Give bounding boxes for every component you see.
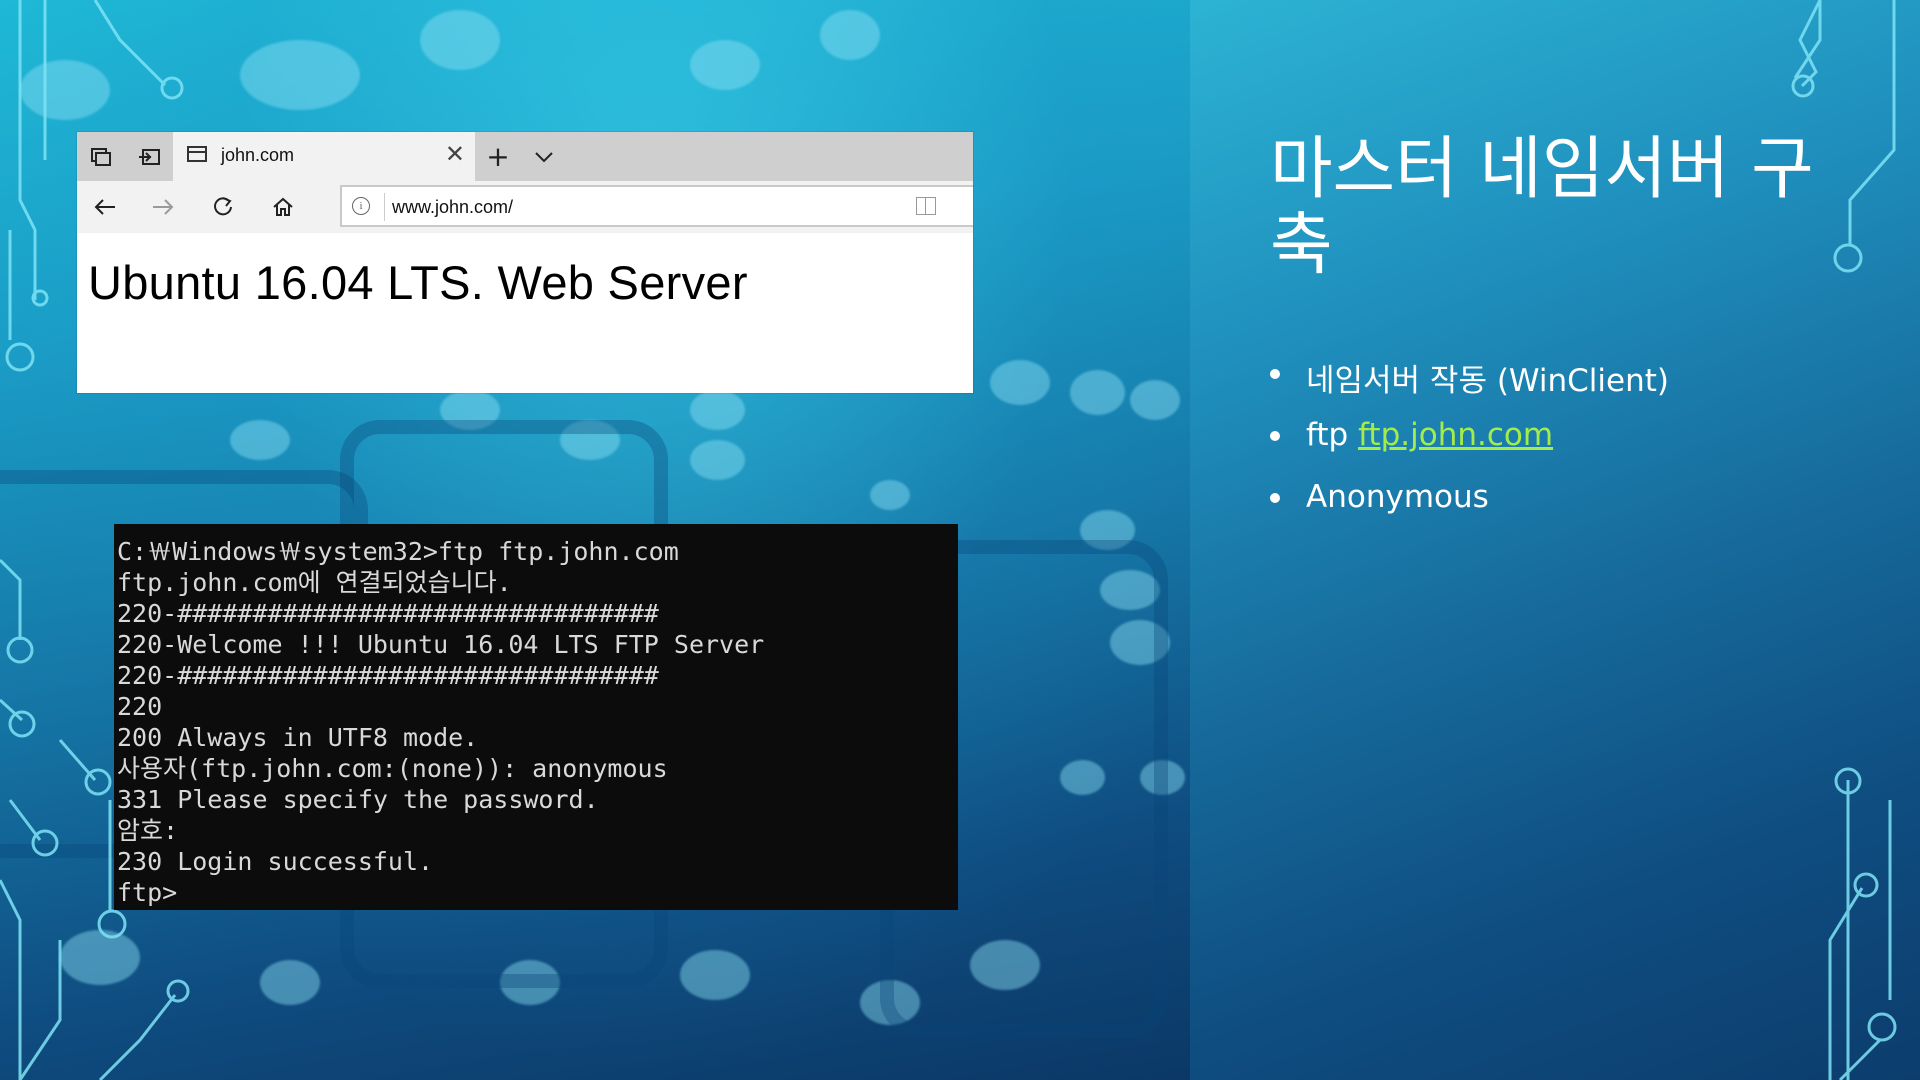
console-prompt[interactable]: ftp> <box>117 877 764 908</box>
page-icon <box>187 146 207 162</box>
address-divider <box>384 193 385 221</box>
forward-arrow-icon[interactable] <box>135 181 191 233</box>
bullet-item: Anonymous <box>1268 479 1669 541</box>
console-line: 230 Login successful. <box>117 847 434 876</box>
url-text: www.john.com/ <box>392 197 514 217</box>
console-line: 220 <box>117 692 163 721</box>
console-line: 220-Welcome !!! Ubuntu 16.04 LTS FTP Ser… <box>117 630 765 659</box>
bullet-item: ftp ftp.john.com <box>1268 417 1669 479</box>
bullet-text: Anonymous <box>1306 479 1489 515</box>
bullet-text: 네임서버 작동 (WinClient) <box>1306 363 1669 399</box>
bullet-list: 네임서버 작동 (WinClient) ftp ftp.john.com Ano… <box>1268 355 1669 541</box>
tab-john[interactable]: john.com ✕ <box>173 132 475 181</box>
home-icon[interactable] <box>255 181 311 233</box>
console-line: 암호: <box>117 816 179 845</box>
tab-actions-icon[interactable] <box>77 132 125 181</box>
bullet-dot <box>1270 431 1280 441</box>
navigation-bar: i www.john.com/ <box>77 181 973 233</box>
bullet-prefix: ftp <box>1306 417 1359 453</box>
info-icon[interactable]: i <box>352 197 370 215</box>
tab-title: john.com <box>221 145 295 165</box>
console-line: 331 Please specify the password. <box>117 785 599 814</box>
page-content: Ubuntu 16.04 LTS. Web Server <box>77 233 973 393</box>
ftp-console[interactable]: C:￦Windows￦system32>ftp ftp.john.com ftp… <box>114 524 958 910</box>
refresh-icon[interactable] <box>195 181 251 233</box>
browser-window: john.com ✕ + i www.john.com/ Ubuntu 16.0… <box>77 132 973 393</box>
console-line: 220-################################ <box>117 599 659 628</box>
slide-title: 마스터 네임서버 구축 <box>1270 130 1814 285</box>
console-line: 200 Always in UTF8 mode. <box>117 723 479 752</box>
chevron-down-icon[interactable] <box>521 132 567 181</box>
tab-aside-icon[interactable] <box>125 132 173 181</box>
back-arrow-icon[interactable] <box>77 181 133 233</box>
page-heading: Ubuntu 16.04 LTS. Web Server <box>88 256 748 309</box>
bullet-dot <box>1270 493 1280 503</box>
ftp-link[interactable]: ftp.john.com <box>1358 417 1553 453</box>
console-line: C:￦Windows￦system32>ftp ftp.john.com <box>117 537 679 566</box>
bullet-item: 네임서버 작동 (WinClient) <box>1268 355 1669 417</box>
bullet-dot <box>1270 369 1280 379</box>
plus-icon[interactable]: + <box>475 132 521 181</box>
console-line: 220-################################ <box>117 661 659 690</box>
address-bar[interactable]: i www.john.com/ <box>340 185 973 227</box>
console-line: ftp.john.com에 연결되었습니다. <box>117 568 512 597</box>
reading-view-icon[interactable] <box>916 197 936 215</box>
tab-bar: john.com ✕ + <box>77 132 973 181</box>
console-output: C:￦Windows￦system32>ftp ftp.john.com ftp… <box>117 536 764 908</box>
console-line: 사용자(ftp.john.com:(none)): anonymous <box>117 754 668 783</box>
close-icon[interactable]: ✕ <box>445 140 465 168</box>
